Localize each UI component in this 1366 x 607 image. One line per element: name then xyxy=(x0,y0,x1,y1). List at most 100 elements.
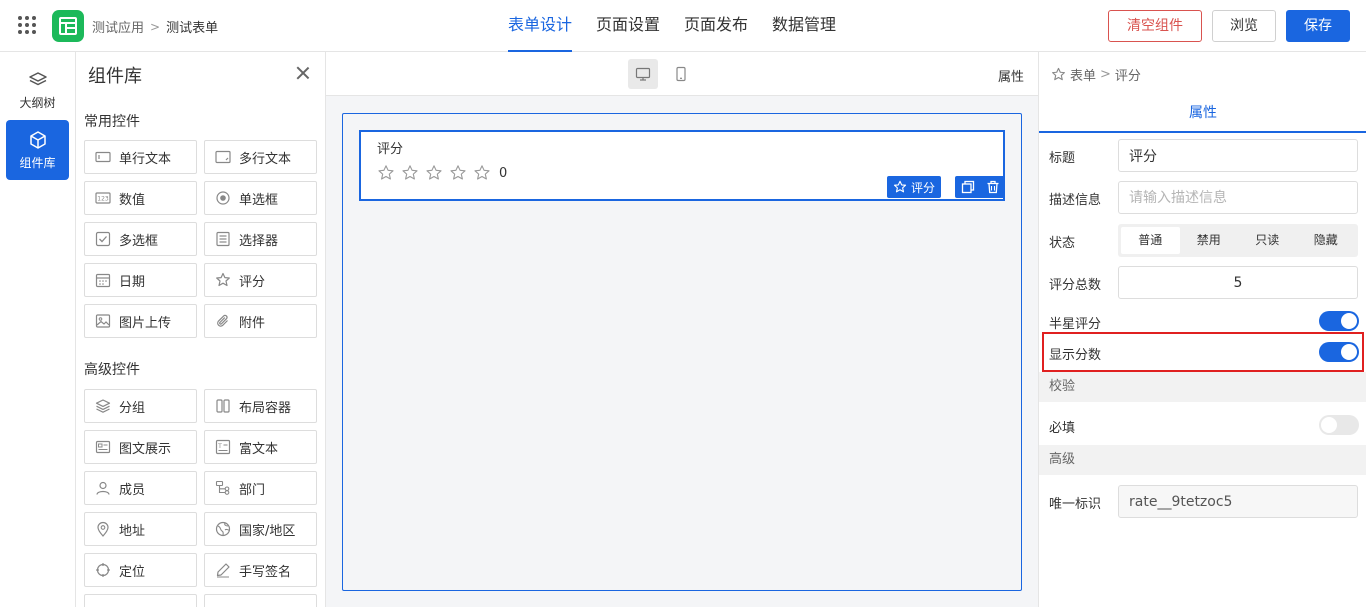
component-department[interactable]: 部门 xyxy=(204,471,317,505)
state-option-normal[interactable]: 普通 xyxy=(1121,227,1180,254)
tree-icon xyxy=(215,480,230,495)
single-line-text-icon xyxy=(95,151,111,163)
property-breadcrumb: 表单 > 评分 xyxy=(1051,65,1141,84)
number-icon: 123 xyxy=(95,192,111,204)
property-breadcrumb-current: 评分 xyxy=(1114,69,1141,84)
state-option-disabled[interactable]: 禁用 xyxy=(1180,227,1239,254)
clear-components-button[interactable]: 清空组件 xyxy=(1108,10,1202,42)
common-controls-title: 常用控件 xyxy=(84,114,140,130)
main-nav: 表单设计 页面设置 页面发布 数据管理 xyxy=(508,0,836,52)
rail-item-library[interactable]: 组件库 xyxy=(6,120,69,180)
component-date[interactable]: 日期 xyxy=(84,263,197,297)
advanced-controls-grid: 分组 布局容器 图文展示 T 富文本 成员 部门 地址 国家/地区 定位 手写签… xyxy=(84,389,317,607)
half-star-label: 半星评分 xyxy=(1049,317,1102,332)
select-icon xyxy=(216,231,230,247)
component-radio[interactable]: 单选框 xyxy=(204,181,317,215)
component-image-upload[interactable]: 图片上传 xyxy=(84,304,197,338)
state-option-readonly[interactable]: 只读 xyxy=(1238,227,1297,254)
breadcrumb: 测试应用 > 测试表单 xyxy=(92,17,218,37)
form-area[interactable]: 评分 0 评分 xyxy=(342,113,1022,591)
rating-total-label: 评分总数 xyxy=(1049,278,1102,293)
copy-icon[interactable] xyxy=(961,180,975,194)
component-attachment[interactable]: 附件 xyxy=(204,304,317,338)
rating-field-label: 评分 xyxy=(377,142,404,157)
show-score-label: 显示分数 xyxy=(1049,348,1102,363)
pen-icon xyxy=(216,563,230,578)
component-single-line-text[interactable]: 单行文本 xyxy=(84,140,197,174)
component-group[interactable]: 分组 xyxy=(84,389,197,423)
chevron-right-icon: > xyxy=(150,19,161,34)
save-button[interactable]: 保存 xyxy=(1286,10,1350,42)
component-more-1[interactable] xyxy=(84,594,197,607)
advanced-section: 高级 xyxy=(1039,445,1366,475)
field-type-tag: 评分 xyxy=(887,176,942,198)
toggle-knob xyxy=(1341,313,1357,329)
tab-data-management[interactable]: 数据管理 xyxy=(772,0,836,52)
component-more-2[interactable] xyxy=(204,594,317,607)
unique-id-input[interactable] xyxy=(1118,485,1358,518)
component-member[interactable]: 成员 xyxy=(84,471,197,505)
desktop-view-button[interactable] xyxy=(628,59,658,89)
layers-icon xyxy=(95,399,111,413)
star-icon xyxy=(893,180,907,193)
star-icon[interactable] xyxy=(473,164,491,182)
close-icon[interactable] xyxy=(296,66,310,80)
state-segmented-control: 普通 禁用 只读 隐藏 xyxy=(1118,224,1358,257)
rating-total-input[interactable] xyxy=(1118,266,1358,299)
tab-page-publish[interactable]: 页面发布 xyxy=(684,0,748,52)
svg-text:T: T xyxy=(217,443,222,450)
svg-text:123: 123 xyxy=(97,196,109,203)
desktop-icon xyxy=(635,67,651,81)
title-input[interactable] xyxy=(1118,139,1358,172)
preview-button[interactable]: 浏览 xyxy=(1212,10,1276,42)
component-checkbox[interactable]: 多选框 xyxy=(84,222,197,256)
top-bar: 测试应用 > 测试表单 表单设计 页面设置 页面发布 数据管理 清空组件 浏览 … xyxy=(0,0,1366,52)
component-rich-text[interactable]: T 富文本 xyxy=(204,430,317,464)
state-label: 状态 xyxy=(1049,236,1076,251)
required-toggle[interactable] xyxy=(1319,415,1359,435)
mobile-icon xyxy=(676,66,686,82)
rating-stars: 0 xyxy=(377,164,507,182)
paperclip-icon xyxy=(217,314,228,327)
star-icon[interactable] xyxy=(377,164,395,182)
description-input[interactable] xyxy=(1118,181,1358,214)
breadcrumb-app[interactable]: 测试应用 xyxy=(92,17,144,36)
star-icon[interactable] xyxy=(401,164,419,182)
half-star-toggle[interactable] xyxy=(1319,311,1359,331)
advanced-controls-title: 高级控件 xyxy=(84,362,140,378)
delete-icon[interactable] xyxy=(986,180,1000,194)
star-icon[interactable] xyxy=(425,164,443,182)
common-controls-grid: 单行文本 多行文本 123 数值 单选框 多选框 选择器 日期 评分 图片上传 … xyxy=(84,140,317,338)
layers-icon xyxy=(28,72,47,86)
description-label: 描述信息 xyxy=(1049,193,1102,208)
required-label: 必填 xyxy=(1049,421,1076,436)
rating-field[interactable]: 评分 0 评分 xyxy=(359,130,1005,201)
star-icon[interactable] xyxy=(449,164,467,182)
rail-item-outline[interactable]: 大纲树 xyxy=(6,60,69,120)
apps-grid-icon[interactable] xyxy=(18,16,36,34)
component-select[interactable]: 选择器 xyxy=(204,222,317,256)
map-pin-icon xyxy=(97,521,109,537)
tab-form-design[interactable]: 表单设计 xyxy=(508,0,573,52)
library-title: 组件库 xyxy=(88,66,142,87)
user-icon xyxy=(96,481,110,495)
tab-page-settings[interactable]: 页面设置 xyxy=(596,0,660,52)
star-icon xyxy=(1052,67,1065,81)
mobile-view-button[interactable] xyxy=(666,59,696,89)
canvas-properties-label[interactable]: 属性 xyxy=(998,66,1024,85)
component-rating[interactable]: 评分 xyxy=(204,263,317,297)
component-location[interactable]: 定位 xyxy=(84,553,197,587)
component-image-text[interactable]: 图文展示 xyxy=(84,430,197,464)
show-score-toggle[interactable] xyxy=(1319,342,1359,362)
component-country-region[interactable]: 国家/地区 xyxy=(204,512,317,546)
component-layout-container[interactable]: 布局容器 xyxy=(204,389,317,423)
component-multi-line-text[interactable]: 多行文本 xyxy=(204,140,317,174)
component-signature[interactable]: 手写签名 xyxy=(204,553,317,587)
left-rail: 大纲树 组件库 xyxy=(0,52,76,607)
tab-properties[interactable]: 属性 xyxy=(1039,96,1366,133)
checkbox-icon xyxy=(95,231,111,247)
state-option-hidden[interactable]: 隐藏 xyxy=(1297,227,1356,254)
property-breadcrumb-root[interactable]: 表单 xyxy=(1070,65,1096,84)
component-address[interactable]: 地址 xyxy=(84,512,197,546)
component-number[interactable]: 123 数值 xyxy=(84,181,197,215)
